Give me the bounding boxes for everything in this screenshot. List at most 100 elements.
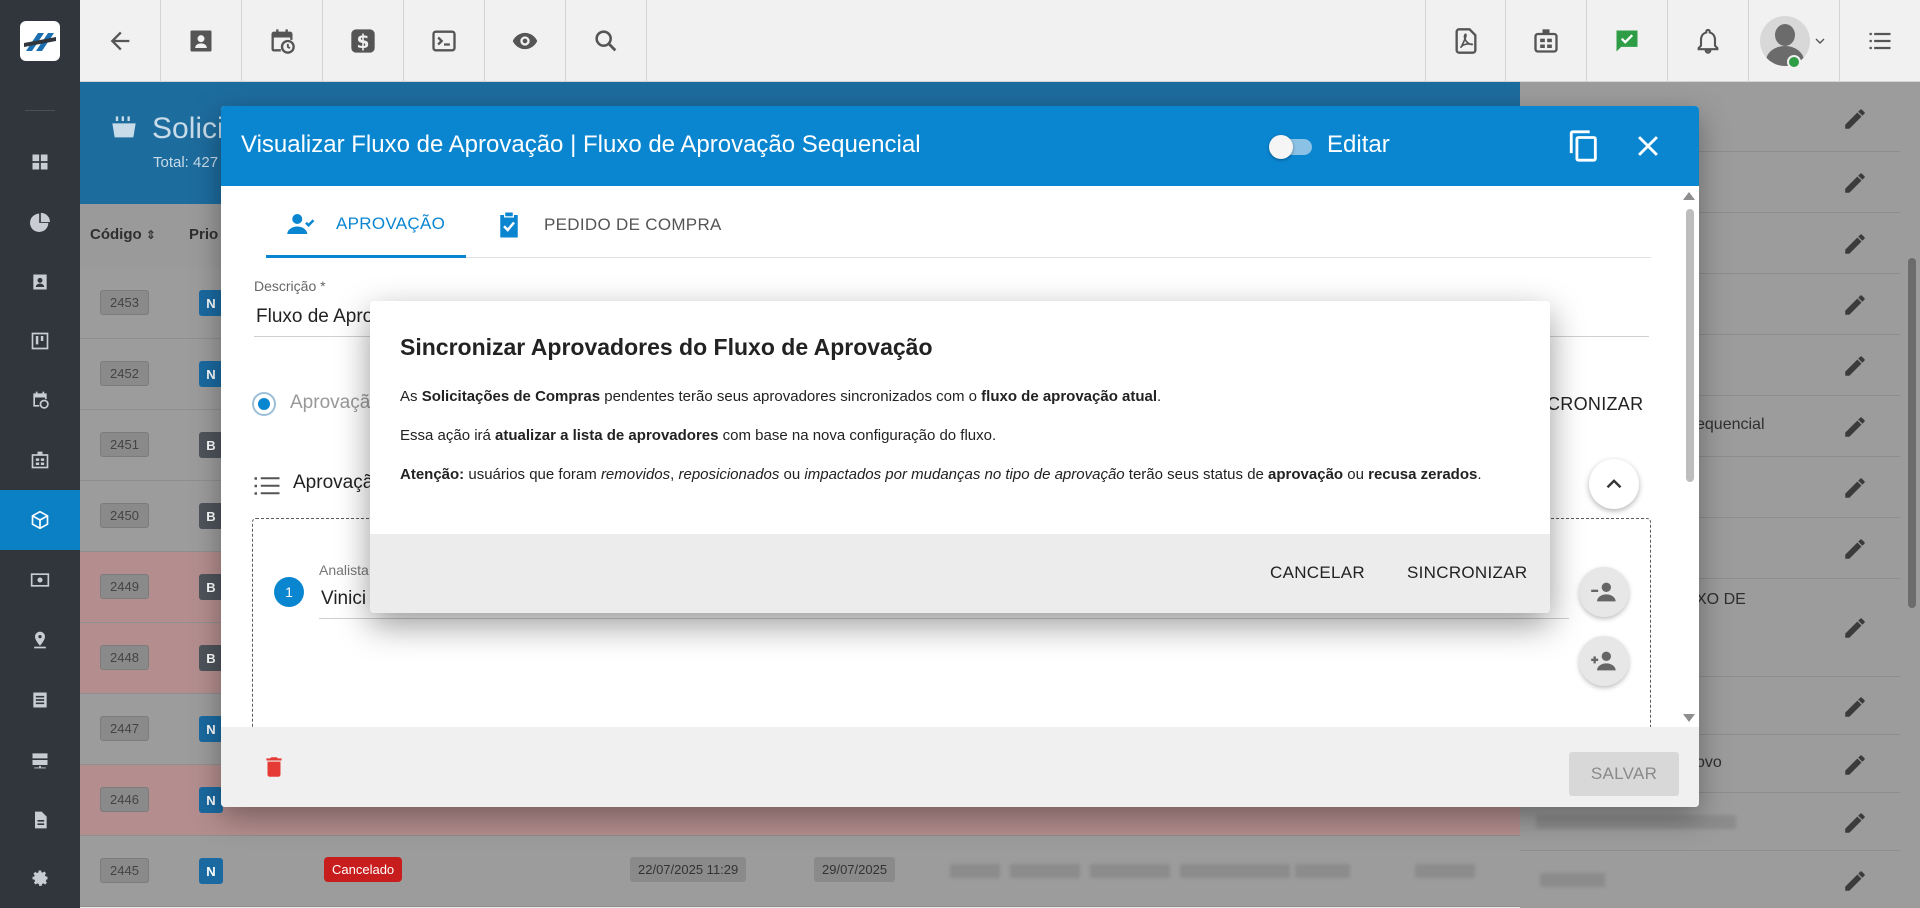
contacts-button[interactable] (161, 0, 242, 82)
copy-icon[interactable] (1567, 129, 1601, 163)
sidebar-item-purchases[interactable] (0, 490, 80, 550)
view-button[interactable] (485, 0, 566, 82)
priority-badge: B (199, 574, 223, 600)
sidebar-item-board[interactable] (0, 311, 80, 371)
column-header-code[interactable]: Código ⇕ (90, 226, 156, 243)
dialog-scrollbar-thumb[interactable] (1686, 209, 1694, 482)
sidebar-item-contacts[interactable] (0, 252, 80, 312)
pencil-icon[interactable] (1842, 475, 1868, 501)
cube-icon (31, 510, 49, 530)
approvers-section-label: Aprovaçã (293, 472, 374, 493)
tab-approval[interactable]: APROVAÇÃO (266, 192, 466, 258)
priority-badge: B (199, 503, 223, 529)
code-badge: 2449 (100, 574, 149, 599)
code-badge: 2451 (100, 432, 149, 457)
pencil-icon[interactable] (1842, 868, 1868, 894)
priority-badge: N (199, 290, 223, 316)
code-badge: 2446 (100, 787, 149, 812)
company-button[interactable] (1506, 0, 1587, 82)
approver-select[interactable]: Vinici (321, 588, 366, 610)
pencil-icon[interactable] (1842, 170, 1868, 196)
pie-chart-icon (30, 212, 50, 232)
approvals-button[interactable] (1587, 0, 1668, 82)
scroll-up-icon[interactable] (1683, 192, 1695, 200)
page-subtitle: Total: 427 (153, 154, 219, 171)
sync-button[interactable]: SINCRONIZAR (1407, 558, 1527, 588)
list-item-label: XO DE (1696, 591, 1746, 608)
sidebar-item-servers[interactable] (0, 730, 80, 790)
terminal-button[interactable] (404, 0, 485, 82)
code-badge: 2452 (100, 361, 149, 386)
sidebar-item-documents[interactable] (0, 670, 80, 730)
contact-card-icon (33, 274, 47, 290)
collapse-button[interactable] (1589, 459, 1639, 509)
contact-card-icon (190, 30, 212, 52)
sidebar-item-company[interactable] (0, 430, 80, 490)
search-button[interactable] (566, 0, 647, 82)
pencil-icon[interactable] (1842, 231, 1868, 257)
schedule-button[interactable] (242, 0, 323, 82)
sort-icon: ⇕ (145, 228, 156, 242)
sidebar-item-locations[interactable] (0, 610, 80, 670)
approver-field-label: Analista (319, 562, 369, 578)
back-button[interactable] (80, 0, 161, 82)
sidebar (0, 82, 80, 908)
person-add-icon (1591, 651, 1616, 671)
pencil-icon[interactable] (1842, 810, 1868, 836)
calendar-clock-icon (271, 29, 295, 54)
page-scrollbar-thumb[interactable] (1908, 258, 1916, 608)
date-badge: 22/07/2025 11:29 (630, 857, 747, 882)
save-button[interactable]: SALVAR (1569, 752, 1679, 796)
sidebar-item-dashboard[interactable] (0, 132, 80, 192)
chevron-down-icon (1815, 38, 1825, 44)
dollar-icon: $ (351, 29, 375, 53)
user-menu[interactable] (1749, 0, 1840, 82)
confirm-paragraph-2: Essa ação irá atualizar a lista de aprov… (400, 427, 997, 444)
pencil-icon[interactable] (1842, 292, 1868, 318)
table-row[interactable]: 2445 N Cancelado 22/07/2025 11:29 29/07/2025 (80, 836, 1520, 907)
close-icon[interactable] (1631, 129, 1665, 163)
remove-approver-button[interactable] (1579, 567, 1629, 617)
approver-underline (319, 618, 1569, 619)
search-icon (595, 30, 617, 52)
sync-approvers-button[interactable]: CRONIZAR (1547, 394, 1643, 415)
pencil-icon[interactable] (1842, 414, 1868, 440)
priority-badge: N (199, 361, 223, 387)
tab-purchase-order[interactable]: PEDIDO DE COMPRA (494, 192, 724, 258)
sidebar-item-files[interactable] (0, 790, 80, 850)
trash-icon[interactable] (261, 753, 287, 781)
cancel-button[interactable]: CANCELAR (1270, 558, 1365, 588)
status-badge: Cancelado (324, 857, 403, 882)
pencil-icon[interactable] (1842, 694, 1868, 720)
sidebar-item-finance[interactable] (0, 550, 80, 610)
pencil-icon[interactable] (1842, 536, 1868, 562)
sidebar-item-reports[interactable] (0, 192, 80, 252)
code-badge: 2445 (100, 858, 149, 883)
edit-toggle-knob[interactable] (1269, 135, 1293, 159)
add-approver-button[interactable] (1579, 636, 1629, 686)
pdf-button[interactable] (1425, 0, 1506, 82)
finance-button[interactable]: $ (323, 0, 404, 82)
sidebar-item-settings[interactable] (0, 848, 80, 908)
person-remove-icon (1591, 582, 1616, 602)
pencil-icon[interactable] (1842, 615, 1868, 641)
chat-check-icon (1616, 30, 1638, 52)
sync-confirm-dialog: Sincronizar Aprovadores do Fluxo de Apro… (370, 301, 1550, 613)
app-logo[interactable] (0, 0, 80, 82)
pencil-icon[interactable] (1842, 106, 1868, 132)
scroll-down-icon[interactable] (1683, 714, 1695, 722)
description-label: Descrição * (254, 278, 326, 294)
svg-text:$: $ (357, 32, 370, 53)
pencil-icon[interactable] (1842, 752, 1868, 778)
column-header-priority[interactable]: Prio (189, 226, 218, 243)
money-icon (30, 573, 50, 587)
sidebar-item-schedule[interactable] (0, 370, 80, 430)
menu-button[interactable] (1840, 0, 1920, 82)
server-icon (32, 753, 48, 769)
eye-icon (512, 32, 538, 50)
approval-type-radio[interactable] (252, 392, 276, 416)
top-bar: $ (0, 0, 1920, 82)
notifications-button[interactable] (1668, 0, 1749, 82)
description-input[interactable]: Fluxo de Apro (256, 306, 373, 328)
pencil-icon[interactable] (1842, 353, 1868, 379)
